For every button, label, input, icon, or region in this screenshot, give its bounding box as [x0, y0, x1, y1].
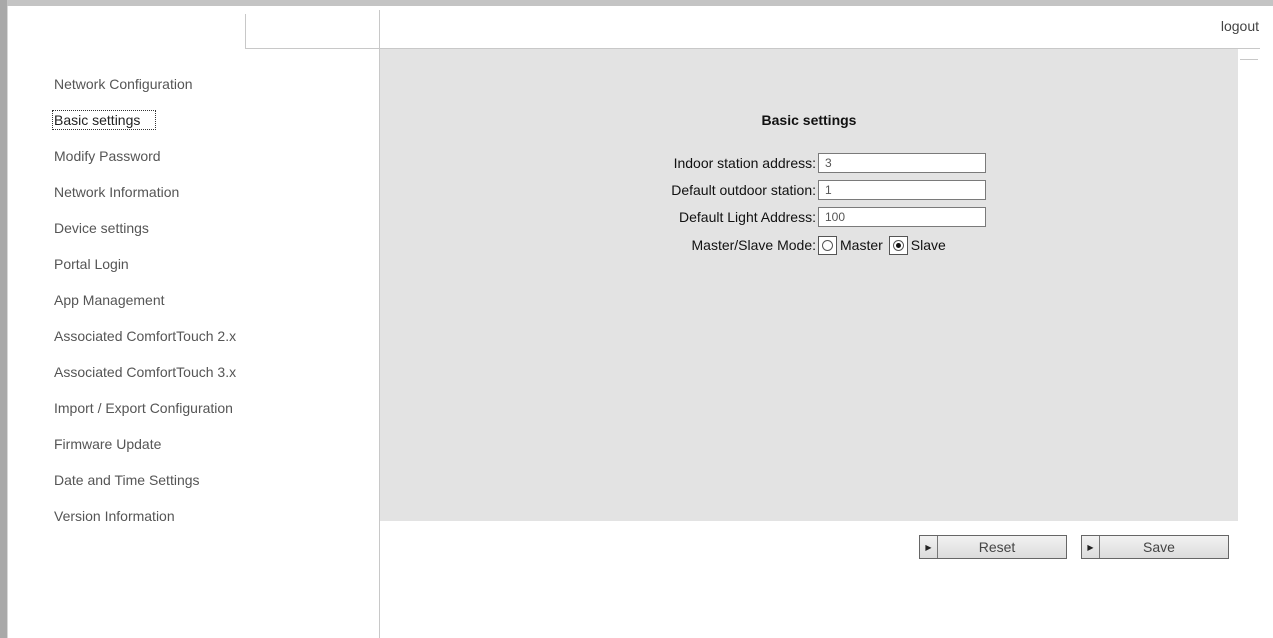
- sidebar-item-label: Associated ComfortTouch 2.x: [54, 328, 237, 344]
- mode-row: Master/Slave Mode: Master Slave: [560, 234, 952, 256]
- reset-button[interactable]: ▶ Reset: [919, 535, 1067, 559]
- sidebar-item-label: Version Information: [54, 508, 175, 524]
- save-button[interactable]: ▶ Save: [1081, 535, 1229, 559]
- sidebar-tab-underline: [245, 48, 379, 49]
- sidebar-item-version-information[interactable]: Version Information: [54, 504, 236, 540]
- slave-radio-label[interactable]: Slave: [911, 237, 946, 253]
- sidebar-item-import-export[interactable]: Import / Export Configuration: [54, 396, 236, 432]
- master-radio-label[interactable]: Master: [840, 237, 883, 253]
- radio-checked-icon: [892, 239, 904, 251]
- indoor-station-label: Indoor station address:: [673, 155, 816, 171]
- sidebar-item-label: Import / Export Configuration: [54, 400, 233, 416]
- sidebar-item-network-configuration[interactable]: Network Configuration: [54, 72, 236, 108]
- play-arrow-icon: ▶: [920, 536, 938, 558]
- sidebar-item-comforttouch-2x[interactable]: Associated ComfortTouch 2.x: [54, 324, 236, 360]
- default-outdoor-label: Default outdoor station:: [671, 182, 816, 198]
- default-light-input[interactable]: [818, 207, 986, 227]
- sidebar-item-modify-password[interactable]: Modify Password: [54, 144, 236, 180]
- sidebar-item-label: App Management: [54, 292, 165, 308]
- radio-unchecked-icon: [822, 239, 833, 251]
- mode-radio-group: Master Slave: [818, 235, 952, 255]
- sidebar-item-date-time-settings[interactable]: Date and Time Settings: [54, 468, 236, 504]
- sidebar-item-firmware-update[interactable]: Firmware Update: [54, 432, 236, 468]
- sidebar-item-device-settings[interactable]: Device settings: [54, 216, 236, 252]
- sidebar-nav: Network Configuration Basic settings Mod…: [51, 72, 236, 540]
- window-top-border: [0, 0, 1273, 6]
- indoor-station-row: Indoor station address:: [560, 152, 986, 174]
- sidebar-item-comforttouch-3x[interactable]: Associated ComfortTouch 3.x: [54, 360, 236, 396]
- page-title: Basic settings: [761, 112, 857, 128]
- content-panel: Basic settings Indoor station address: D…: [380, 49, 1238, 521]
- sidebar-item-label: Date and Time Settings: [54, 472, 200, 488]
- logout-link[interactable]: logout: [1221, 18, 1259, 34]
- header-divider-short: [1240, 59, 1258, 60]
- sidebar-item-label: Associated ComfortTouch 3.x: [54, 364, 237, 380]
- play-arrow-icon: ▶: [1082, 536, 1100, 558]
- sidebar-item-label: Device settings: [54, 220, 149, 236]
- master-radio[interactable]: [818, 235, 837, 255]
- default-light-label: Default Light Address:: [679, 209, 816, 225]
- sidebar-item-label: Network Information: [54, 184, 180, 200]
- default-light-row: Default Light Address:: [560, 206, 986, 228]
- slave-radio[interactable]: [888, 235, 908, 255]
- sidebar-item-label: Firmware Update: [54, 436, 162, 452]
- sidebar-item-label: Portal Login: [54, 256, 129, 272]
- default-outdoor-row: Default outdoor station:: [560, 179, 986, 201]
- sidebar-item-label: Basic settings: [51, 110, 157, 130]
- window-left-inner-border: [7, 6, 8, 638]
- default-outdoor-input[interactable]: [818, 180, 986, 200]
- sidebar-item-label: Modify Password: [54, 148, 161, 164]
- sidebar-item-portal-login[interactable]: Portal Login: [54, 252, 236, 288]
- reset-button-label: Reset: [978, 539, 1016, 555]
- indoor-station-input[interactable]: [818, 153, 986, 173]
- save-button-label: Save: [1143, 539, 1175, 555]
- mode-label: Master/Slave Mode:: [691, 237, 817, 253]
- window-left-border: [0, 0, 7, 638]
- sidebar-item-basic-settings[interactable]: Basic settings: [51, 108, 236, 144]
- sidebar-item-network-information[interactable]: Network Information: [54, 180, 236, 216]
- sidebar-tab-divider: [245, 14, 246, 48]
- sidebar-item-app-management[interactable]: App Management: [54, 288, 236, 324]
- sidebar-item-label: Network Configuration: [54, 76, 193, 92]
